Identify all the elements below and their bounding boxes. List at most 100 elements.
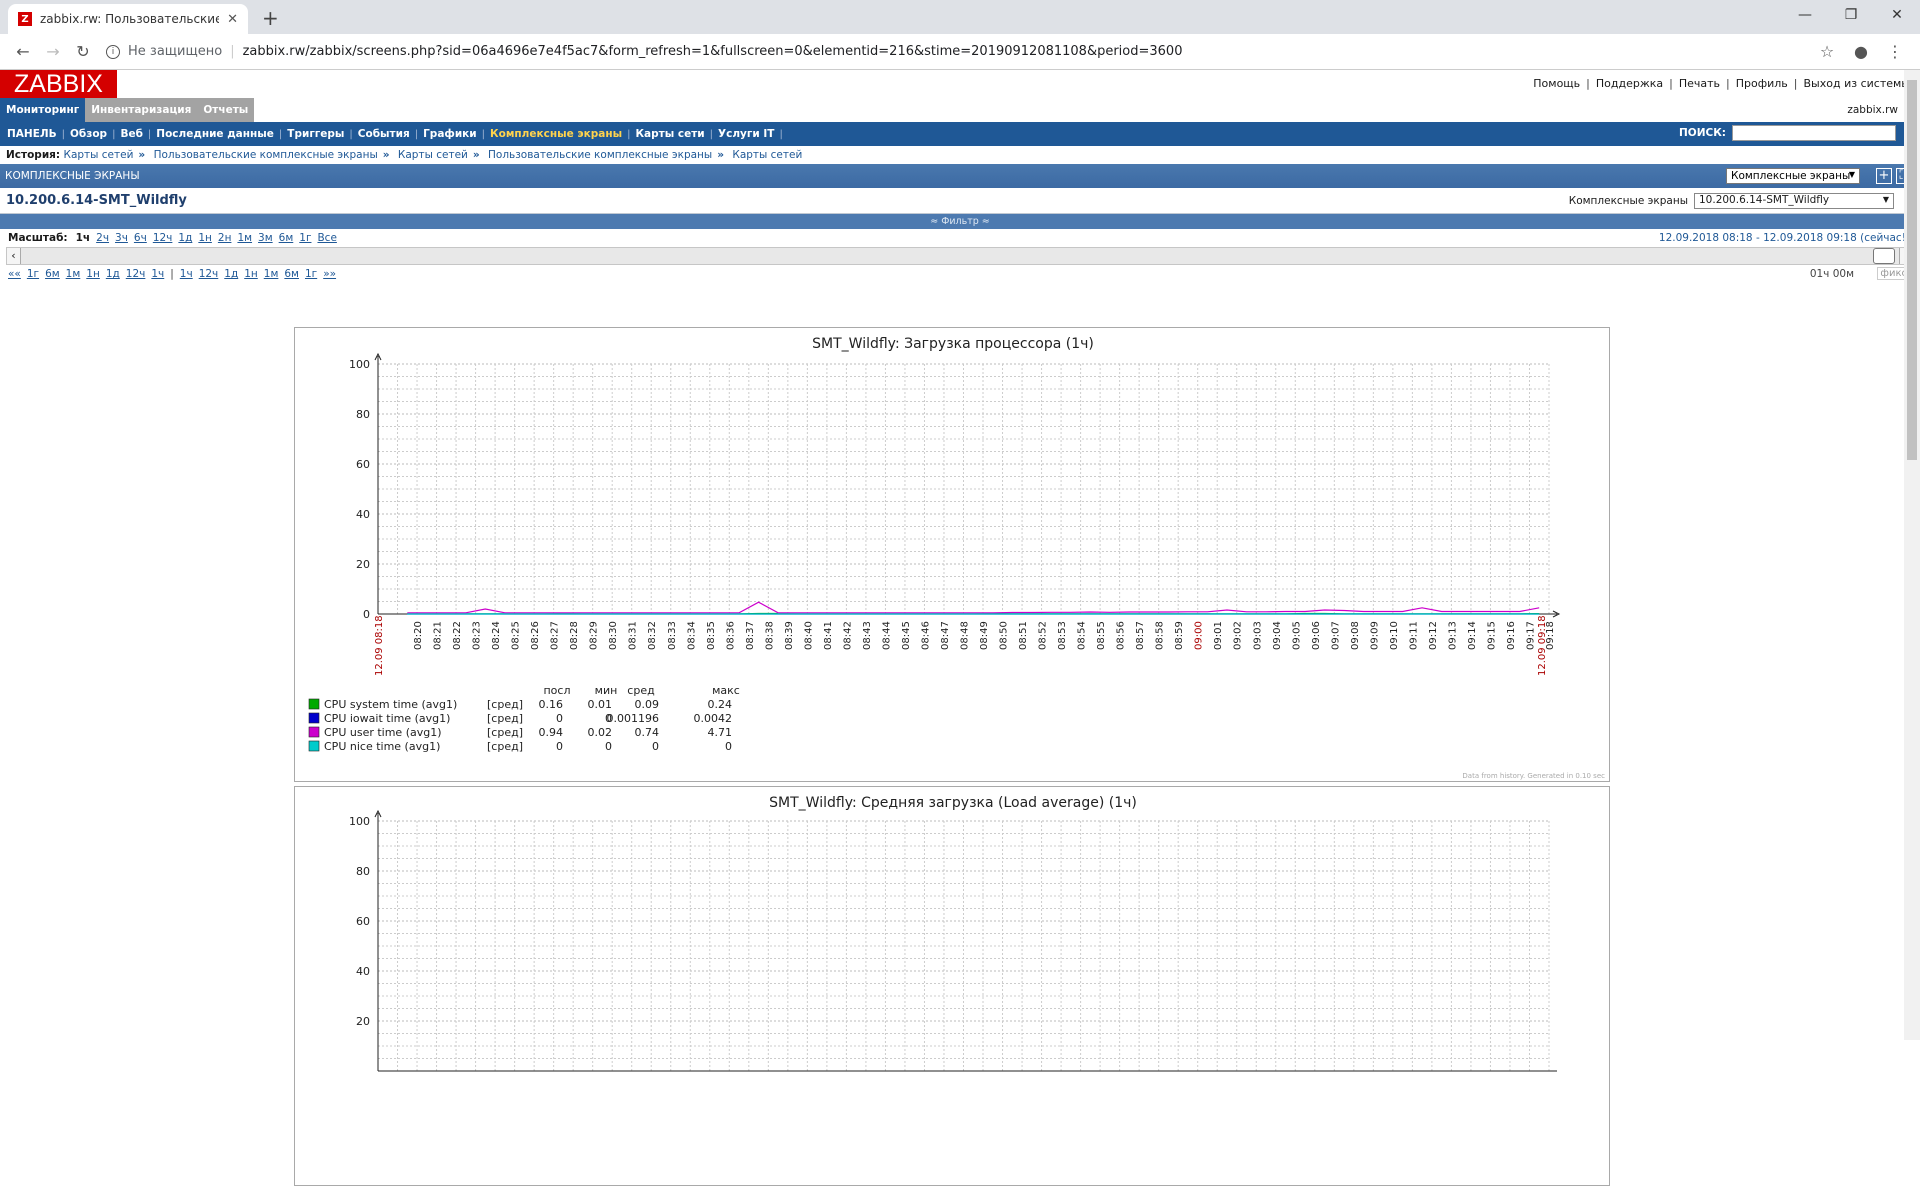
- nav-back-option[interactable]: 1г: [27, 268, 39, 280]
- nav-forward-option[interactable]: 1м: [264, 268, 279, 280]
- submenu-maps[interactable]: Карты сети: [630, 128, 709, 140]
- forward-icon[interactable]: →: [38, 42, 68, 61]
- zoom-option[interactable]: 6ч: [134, 232, 147, 244]
- sub-menu: ПАНЕЛЬ| Обзор| Веб| Последние данные| Тр…: [0, 122, 1920, 146]
- zoom-option[interactable]: Все: [317, 232, 336, 244]
- back-icon[interactable]: ←: [8, 42, 38, 61]
- print-link[interactable]: Печать: [1679, 77, 1720, 90]
- graph-load-average[interactable]: SMT_Wildfly: Средняя загрузка (Load aver…: [294, 786, 1610, 1186]
- browser-tabbar: Z zabbix.rw: Пользовательские ко ✕ + — ❐…: [0, 0, 1920, 34]
- submenu-events[interactable]: События: [353, 128, 415, 140]
- x-tick-label: 09:03: [1252, 621, 1263, 650]
- submenu-it-services[interactable]: Услуги IT: [713, 128, 779, 140]
- menu-reports[interactable]: Отчеты: [197, 98, 254, 122]
- x-tick-label: 08:32: [647, 621, 658, 650]
- nav-forward-option[interactable]: 12ч: [199, 268, 219, 280]
- history-item[interactable]: Карты сетей: [63, 149, 133, 161]
- y-tick-label: 40: [356, 965, 370, 978]
- submenu-web[interactable]: Веб: [115, 128, 147, 140]
- page-scrollbar[interactable]: [1904, 70, 1920, 1040]
- x-tick-label: 09:01: [1213, 621, 1224, 650]
- search-input[interactable]: [1732, 125, 1896, 141]
- submenu-dashboard[interactable]: ПАНЕЛЬ: [2, 128, 62, 140]
- slider-left-arrow-icon[interactable]: ‹: [7, 248, 21, 264]
- menu-inventory[interactable]: Инвентаризация: [85, 98, 197, 122]
- legend-value: 0.16: [539, 698, 564, 711]
- graph-cpu[interactable]: SMT_Wildfly: Загрузка процессора (1ч) 02…: [294, 327, 1610, 782]
- info-icon[interactable]: i: [106, 45, 120, 59]
- nav-row: ««1г6м1м1н1д12ч1ч | 1ч12ч1д1н1м6м1г»» 01…: [6, 265, 1914, 283]
- close-tab-icon[interactable]: ✕: [227, 12, 238, 27]
- submenu-overview[interactable]: Обзор: [65, 128, 112, 140]
- zoom-option[interactable]: 3м: [258, 232, 273, 244]
- y-tick-label: 80: [356, 865, 370, 878]
- zoom-option[interactable]: 3ч: [115, 232, 128, 244]
- filter-toggle[interactable]: ≈ Фильтр ≈: [0, 214, 1920, 229]
- x-tick-label: 08:34: [686, 621, 697, 650]
- screen-type-select[interactable]: Комплексные экраны: [1726, 168, 1860, 184]
- history-item[interactable]: Карты сетей: [732, 149, 802, 161]
- zoom-option[interactable]: 2ч: [96, 232, 109, 244]
- submenu-triggers[interactable]: Триггеры: [282, 128, 349, 140]
- slider-handle[interactable]: [1873, 248, 1895, 264]
- x-tick-label: 09:07: [1330, 621, 1341, 650]
- reload-icon[interactable]: ↻: [68, 42, 98, 61]
- zoom-option[interactable]: 2н: [218, 232, 232, 244]
- history-item[interactable]: Пользовательские комплексные экраны: [488, 149, 712, 161]
- submenu-screens[interactable]: Комплексные экраны: [485, 128, 627, 140]
- nav-back-option[interactable]: 1н: [86, 268, 100, 280]
- x-tick-label: 09:08: [1350, 621, 1361, 650]
- url-text[interactable]: zabbix.rw/zabbix/screens.php?sid=06a4696…: [243, 44, 1183, 59]
- zabbix-logo[interactable]: ZABBIX: [0, 70, 117, 98]
- x-tick-label: 08:51: [1018, 621, 1029, 650]
- browser-tab[interactable]: Z zabbix.rw: Пользовательские ко ✕: [8, 4, 248, 34]
- zoom-option[interactable]: 1н: [198, 232, 212, 244]
- main-menu: Мониторинг Инвентаризация Отчеты zabbix.…: [0, 98, 1920, 122]
- close-window-icon[interactable]: ✕: [1874, 0, 1920, 30]
- zoom-option[interactable]: 1м: [237, 232, 252, 244]
- menu-icon[interactable]: ⋮: [1878, 42, 1912, 61]
- nav-back-option[interactable]: 1м: [66, 268, 81, 280]
- nav-back-option[interactable]: 1д: [106, 268, 120, 280]
- logout-link[interactable]: Выход из системы: [1804, 77, 1910, 90]
- server-name: zabbix.rw: [1847, 104, 1898, 116]
- nav-forward-option[interactable]: »»: [323, 268, 336, 280]
- zoom-option[interactable]: 6м: [279, 232, 294, 244]
- screen-selector[interactable]: 10.200.6.14-SMT_Wildfly: [1694, 193, 1894, 209]
- profile-link[interactable]: Профиль: [1736, 77, 1788, 90]
- help-link[interactable]: Помощь: [1533, 77, 1580, 90]
- history-item[interactable]: Карты сетей: [398, 149, 468, 161]
- star-icon[interactable]: ☆: [1810, 42, 1844, 61]
- section-header: КОМПЛЕКСНЫЕ ЭКРАНЫ Комплексные экраны + …: [0, 164, 1920, 188]
- nav-forward-option[interactable]: 6м: [284, 268, 299, 280]
- x-tick-label: 09:15: [1486, 621, 1497, 650]
- nav-forward-option[interactable]: 1ч: [180, 268, 193, 280]
- y-tick-label: 40: [356, 508, 370, 521]
- scrollbar-thumb[interactable]: [1907, 80, 1917, 460]
- add-to-favorites-icon[interactable]: +: [1876, 168, 1892, 184]
- nav-forward-option[interactable]: 1д: [224, 268, 238, 280]
- nav-forward-option[interactable]: 1г: [305, 268, 317, 280]
- submenu-latest-data[interactable]: Последние данные: [151, 128, 279, 140]
- zoom-row: Масштаб: 1ч2ч3ч6ч12ч1д1н2н1м3м6м1гВсе 12…: [6, 229, 1914, 247]
- history-item[interactable]: Пользовательские комплексные экраны: [154, 149, 378, 161]
- nav-forward-option[interactable]: 1н: [244, 268, 258, 280]
- zoom-option[interactable]: 1г: [299, 232, 311, 244]
- restore-icon[interactable]: ❐: [1828, 0, 1874, 30]
- account-icon[interactable]: ●: [1844, 42, 1878, 61]
- nav-back-option[interactable]: 6м: [45, 268, 60, 280]
- submenu-graphs[interactable]: Графики: [418, 128, 482, 140]
- zoom-option[interactable]: 1д: [178, 232, 192, 244]
- nav-back-option[interactable]: 1ч: [151, 268, 164, 280]
- support-link[interactable]: Поддержка: [1596, 77, 1663, 90]
- nav-back-option[interactable]: ««: [8, 268, 21, 280]
- menu-monitoring[interactable]: Мониторинг: [0, 98, 85, 122]
- nav-back-option[interactable]: 12ч: [126, 268, 146, 280]
- new-tab-icon[interactable]: +: [262, 6, 279, 30]
- minimize-icon[interactable]: —: [1782, 0, 1828, 30]
- section-title: КОМПЛЕКСНЫЕ ЭКРАНЫ: [5, 170, 140, 182]
- zoom-option[interactable]: 12ч: [153, 232, 173, 244]
- zoom-option[interactable]: 1ч: [76, 232, 91, 244]
- url-field[interactable]: i Не защищено | zabbix.rw/zabbix/screens…: [106, 44, 1810, 59]
- timeline-slider[interactable]: ‹ ›: [6, 247, 1914, 265]
